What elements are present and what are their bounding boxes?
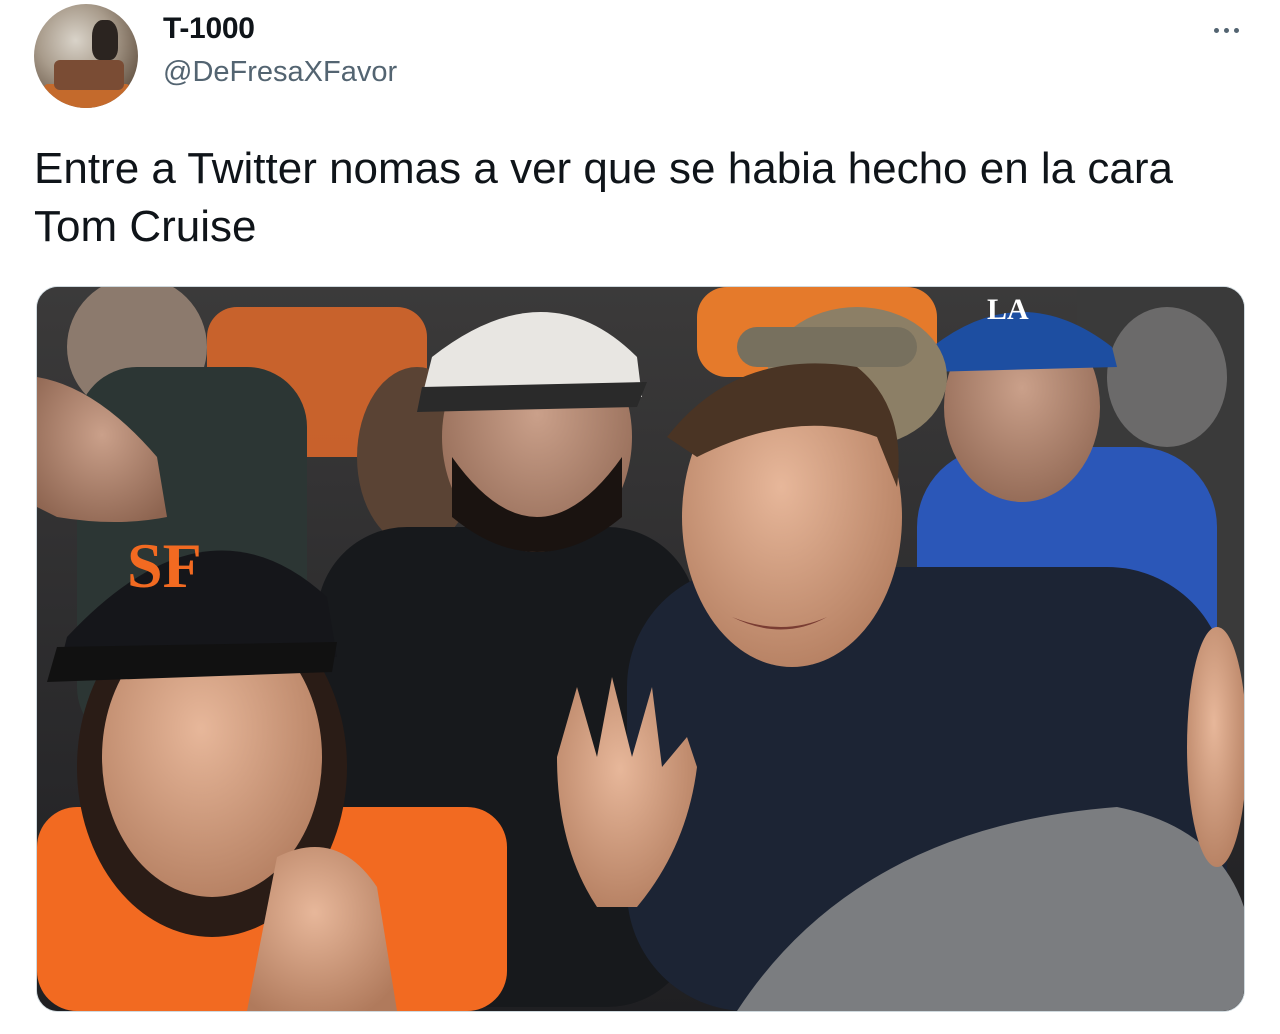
more-options-button[interactable]: [1204, 12, 1248, 48]
author-display-name[interactable]: T-1000: [163, 12, 255, 46]
author-avatar[interactable]: [34, 4, 138, 108]
avatar-person: [92, 20, 118, 60]
ellipsis-icon-dot: [1233, 27, 1239, 33]
svg-text:LA: LA: [987, 293, 1029, 326]
tweet-text: Entre a Twitter nomas a ver que se habia…: [34, 144, 1173, 251]
photo-illustration: LA SF: [37, 287, 1244, 1011]
author-handle[interactable]: @DeFresaXFavor: [163, 56, 397, 89]
ellipsis-icon: [1213, 27, 1219, 33]
tweet-card[interactable]: T-1000 @DeFresaXFavor Entre a Twitter no…: [0, 0, 1280, 1034]
cap-logo-left: SF: [127, 530, 202, 601]
tweet-photo[interactable]: LA SF: [36, 286, 1245, 1012]
avatar-laptop: [54, 60, 124, 90]
ellipsis-icon-dot: [1223, 27, 1229, 33]
